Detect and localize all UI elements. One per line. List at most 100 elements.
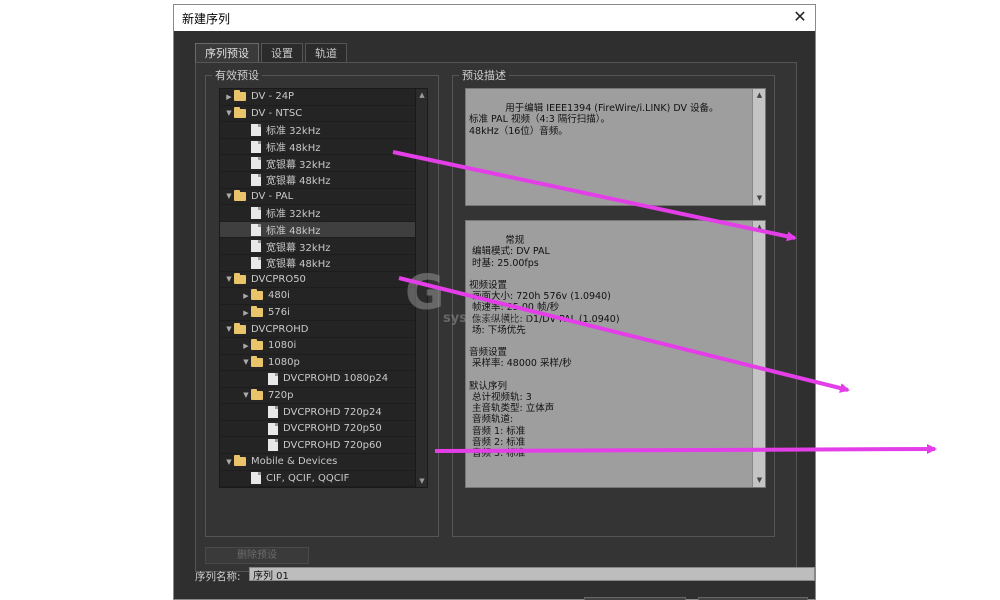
tree-item-label: DV - NTSC xyxy=(251,107,303,119)
expand-arrow-icon[interactable]: ▶ xyxy=(224,93,234,101)
tree-item-label: DV - 24P xyxy=(251,91,295,103)
collapse-arrow-icon[interactable]: ▼ xyxy=(241,358,251,366)
tree-rows: ▶ DV - 24P ▼ DV - NTSC 标准 32kHz 标准 48kHz 宽银幕 3… xyxy=(220,89,416,487)
collapse-arrow-icon[interactable]: ▼ xyxy=(224,275,234,283)
available-presets-group: 有效预设 ▶ DV - 24P ▼ DV - NTSC 标准 32kHz 标准 48kHz… xyxy=(205,67,439,537)
preset-file-icon xyxy=(251,140,261,153)
preset-file-icon xyxy=(268,439,278,452)
folder-icon xyxy=(234,189,246,201)
watermark-logo: G system.com xyxy=(405,265,531,326)
presets-tree: ▶ DV - 24P ▼ DV - NTSC 标准 32kHz 标准 48kHz 宽银幕 3… xyxy=(219,88,428,488)
tree-item[interactable]: ▶ 576i xyxy=(220,305,416,322)
preset-description-group: 预设描述 用于编辑 IEEE1394 (FireWire/i.LINK) DV … xyxy=(452,67,775,537)
tree-item-label: 1080p xyxy=(268,356,300,368)
tree-item[interactable]: ▼ DV - PAL xyxy=(220,189,416,206)
tree-item-label: 1080i xyxy=(268,340,297,352)
folder-icon xyxy=(251,388,263,400)
preset-file-icon xyxy=(251,472,261,485)
folder-icon xyxy=(251,339,263,351)
tree-item[interactable]: 标准 32kHz xyxy=(220,205,416,222)
dialog-title: 新建序列 xyxy=(182,12,231,26)
folder-icon xyxy=(251,355,263,367)
sequence-name-input[interactable] xyxy=(249,567,815,581)
scroll-down-icon[interactable]: ▼ xyxy=(753,475,765,486)
tree-item[interactable]: ▶ 1080i xyxy=(220,338,416,355)
preset-file-icon xyxy=(268,406,278,419)
tree-item[interactable]: ▶ DV - 24P xyxy=(220,89,416,106)
watermark-sub: system.com xyxy=(443,311,531,326)
preset-description-label: 预设描述 xyxy=(459,67,509,83)
tab-sequence-presets[interactable]: 序列预设 xyxy=(195,43,259,63)
tree-item[interactable]: ▼ Mobile & Devices xyxy=(220,454,416,471)
tree-item[interactable]: DVCPROHD 720p24 xyxy=(220,404,416,421)
tree-item[interactable]: CIF, QCIF, QQCIF xyxy=(220,471,416,487)
scroll-up-icon[interactable]: ▲ xyxy=(416,89,427,101)
tree-item-label: Mobile & Devices xyxy=(251,456,338,468)
description-details-text: 常规 编辑模式: DV PAL 时基: 25.00fps 视频设置 画面大小: … xyxy=(469,235,620,460)
tree-item[interactable]: 宽银幕 32kHz xyxy=(220,155,416,172)
scroll-up-icon[interactable]: ▲ xyxy=(753,222,765,233)
tree-item[interactable]: 标准 48kHz xyxy=(220,221,416,239)
tree-item-label: 宽银幕 32kHz xyxy=(266,242,331,254)
details-scrollbar[interactable]: ▲ ▼ xyxy=(752,221,765,487)
collapse-arrow-icon[interactable]: ▼ xyxy=(224,325,234,333)
tree-item-label: 标准 48kHz xyxy=(266,143,321,155)
dialog-titlebar: 新建序列 ✕ xyxy=(174,5,815,31)
tree-item-label: 480i xyxy=(268,290,290,302)
close-icon[interactable]: ✕ xyxy=(791,8,809,26)
tree-item-label: DVCPROHD 720p24 xyxy=(283,406,382,418)
collapse-arrow-icon[interactable]: ▼ xyxy=(224,458,234,466)
tree-item[interactable]: 宽银幕 32kHz xyxy=(220,238,416,255)
collapse-arrow-icon[interactable]: ▼ xyxy=(224,192,234,200)
collapse-arrow-icon[interactable]: ▼ xyxy=(224,109,234,117)
sequence-name-label: 序列名称: xyxy=(195,571,241,583)
tree-item[interactable]: 宽银幕 48kHz xyxy=(220,172,416,189)
tree-item[interactable]: 标准 32kHz xyxy=(220,122,416,139)
screenshot-stage: 新建序列 ✕ 序列预设 设置 轨道 有效预设 ▶ DV - 24P ▼ DV - NT… xyxy=(0,0,1000,600)
folder-icon xyxy=(234,455,246,467)
preset-file-icon xyxy=(251,157,261,170)
tree-item[interactable]: ▼ DVCPROHD xyxy=(220,321,416,338)
tree-item[interactable]: ▼ 720p xyxy=(220,388,416,405)
scroll-down-icon[interactable]: ▼ xyxy=(753,193,765,204)
tree-item-label: DVCPRO50 xyxy=(251,273,306,285)
preset-file-icon xyxy=(251,240,261,253)
preset-file-icon xyxy=(251,123,261,136)
folder-icon xyxy=(234,322,246,334)
tab-tracks[interactable]: 轨道 xyxy=(305,43,347,63)
tab-settings[interactable]: 设置 xyxy=(261,43,303,63)
folder-icon xyxy=(251,289,263,301)
tree-item-label: DVCPROHD 1080p24 xyxy=(283,373,389,385)
expand-arrow-icon[interactable]: ▶ xyxy=(241,342,251,350)
preset-file-icon xyxy=(251,173,261,186)
tree-item-label: 标准 32kHz xyxy=(266,209,321,221)
tree-item[interactable]: 宽银幕 48kHz xyxy=(220,255,416,272)
tree-item[interactable]: DVCPROHD 1080p24 xyxy=(220,371,416,388)
tree-item[interactable]: ▼ DVCPRO50 xyxy=(220,272,416,289)
tree-item-label: 576i xyxy=(268,307,290,319)
tree-item-label: 标准 32kHz xyxy=(266,126,321,138)
summary-scrollbar[interactable]: ▲ ▼ xyxy=(752,89,765,205)
tree-item[interactable]: ▶ 480i xyxy=(220,288,416,305)
watermark-main: G xyxy=(405,265,445,321)
tree-item-label: DV - PAL xyxy=(251,190,294,202)
tree-item[interactable]: DVCPROHD 720p60 xyxy=(220,437,416,455)
tree-item-label: 标准 48kHz xyxy=(266,226,321,238)
folder-icon xyxy=(234,272,246,284)
tree-item-label: DVCPROHD xyxy=(251,323,309,335)
preset-file-icon xyxy=(268,372,278,385)
scroll-up-icon[interactable]: ▲ xyxy=(753,90,765,101)
tree-item[interactable]: ▼ 1080p xyxy=(220,355,416,372)
folder-icon xyxy=(234,106,246,118)
description-details: 常规 编辑模式: DV PAL 时基: 25.00fps 视频设置 画面大小: … xyxy=(465,220,766,488)
new-sequence-dialog: 新建序列 ✕ 序列预设 设置 轨道 有效预设 ▶ DV - 24P ▼ DV - NT… xyxy=(173,4,816,600)
expand-arrow-icon[interactable]: ▶ xyxy=(241,309,251,317)
scroll-down-icon[interactable]: ▼ xyxy=(416,475,427,487)
tree-item[interactable]: ▼ DV - NTSC xyxy=(220,106,416,123)
expand-arrow-icon[interactable]: ▶ xyxy=(241,292,251,300)
delete-preset-button[interactable]: 删除预设 xyxy=(205,547,309,564)
tree-item[interactable]: 标准 48kHz xyxy=(220,139,416,156)
tree-item[interactable]: DVCPROHD 720p50 xyxy=(220,421,416,438)
tree-item-label: DVCPROHD 720p50 xyxy=(283,423,382,435)
collapse-arrow-icon[interactable]: ▼ xyxy=(241,391,251,399)
